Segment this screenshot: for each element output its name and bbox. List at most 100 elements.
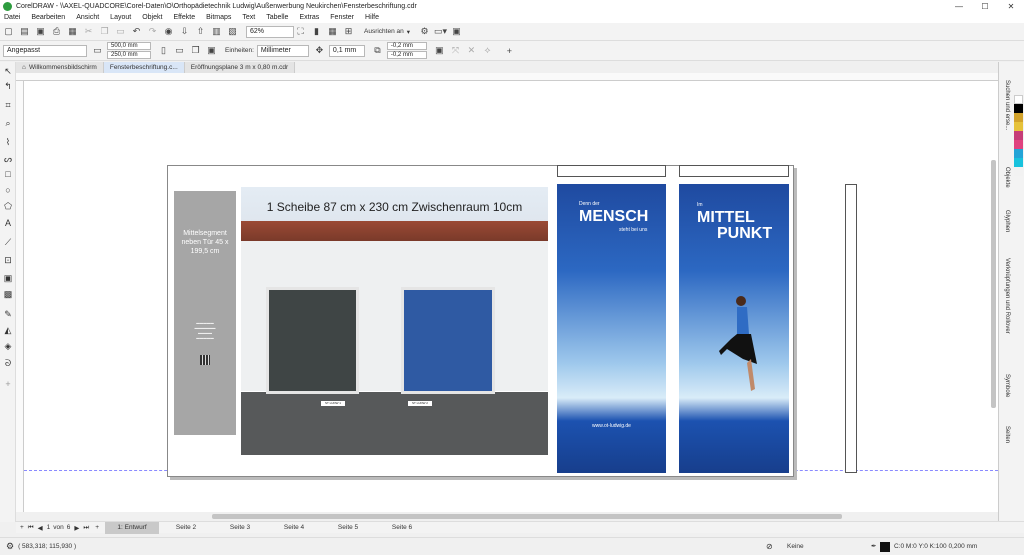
duplicate-y-field[interactable]: -0,2 mm (386, 51, 427, 59)
page-height-field[interactable]: 250,0 mm (107, 51, 151, 59)
menu-tabelle[interactable]: Tabelle (266, 14, 288, 21)
duplicate-x-field[interactable]: -0,2 mm (386, 42, 427, 50)
middle-segment-panel[interactable]: Mittelsegment neben Tür 45 x 199,5 cm ▬▬… (174, 191, 236, 435)
swatch[interactable] (1014, 149, 1023, 158)
settings-gear-icon[interactable]: ⚙ (6, 541, 14, 552)
drop-shadow-tool-icon[interactable]: ▣ (3, 273, 13, 283)
menu-extras[interactable]: Extras (299, 14, 319, 21)
all-pages-icon[interactable]: ❐ (189, 44, 202, 58)
application-launcher-icon[interactable]: ▧ (226, 25, 239, 39)
paste-icon[interactable]: ▭ (114, 25, 127, 39)
dock-tab-pages[interactable]: Seiten (1001, 426, 1010, 443)
maximize-button[interactable]: ☐ (972, 0, 998, 12)
text-tool-icon[interactable]: A (3, 218, 13, 228)
show-grid-icon[interactable]: ▦ (326, 25, 339, 39)
portrait-icon[interactable]: ▯ (157, 44, 170, 58)
redo-icon[interactable]: ↷ (146, 25, 159, 39)
layer-manager-icon[interactable]: ✕ (465, 44, 478, 58)
new-document-icon[interactable]: ▢ (2, 25, 15, 39)
pdf-icon[interactable]: ▥ (210, 25, 223, 39)
dock-tab-glyphs[interactable]: Glyphen (1001, 210, 1010, 232)
page-preset-select[interactable]: Angepasst (3, 44, 87, 57)
swatch[interactable] (1014, 158, 1023, 167)
landscape-icon[interactable]: ▭ (173, 44, 186, 58)
menu-datei[interactable]: Datei (4, 14, 20, 21)
save-icon[interactable]: ▣ (34, 25, 47, 39)
transparency-tool-icon[interactable]: ▩ (3, 289, 13, 299)
swatch[interactable] (1014, 122, 1023, 131)
menu-bitmaps[interactable]: Bitmaps (206, 14, 231, 21)
options-gear-icon[interactable]: ⚙ (418, 25, 431, 39)
units-select[interactable]: Millimeter (256, 44, 309, 57)
polygon-tool-icon[interactable]: ⬠ (3, 201, 13, 211)
banner-mensch[interactable]: Denn der MENSCH steht bei uns www.ot-lud… (557, 184, 666, 473)
cut-icon[interactable]: ✂ (82, 25, 95, 39)
connector-tool-icon[interactable]: ⊡ (3, 255, 13, 265)
dock-tab-objects[interactable]: Objekte (1001, 167, 1010, 188)
add-icon[interactable]: + (503, 44, 516, 58)
pick-tool-icon[interactable]: ↖ (3, 66, 13, 76)
tab-welcome-screen[interactable]: ⌂ Willkommensbildschirm (16, 62, 104, 73)
ellipse-tool-icon[interactable]: ○ (3, 185, 13, 195)
last-page-icon[interactable]: ⏭ (83, 524, 89, 532)
empty-frame-2[interactable] (679, 165, 789, 177)
tab-eroeffnungsplane[interactable]: Eröffnungsplane 3 m x 0,80 m.cdr (184, 62, 296, 73)
show-rulers-icon[interactable]: ▮ (310, 25, 323, 39)
storefront-photo[interactable]: ST LUDW 1 ST LUDW 2 1 Scheibe 87 cm x 23… (241, 187, 548, 455)
page-tab-4[interactable]: Seite 4 (267, 522, 321, 534)
live-sketch-tool-icon[interactable]: ᘐ (3, 358, 13, 368)
prev-page-icon[interactable]: ◀ (38, 524, 43, 532)
outline-color-swatch[interactable] (880, 542, 890, 552)
export-icon[interactable]: ⇧ (194, 25, 207, 39)
horizontal-ruler[interactable] (16, 73, 998, 81)
menu-objekt[interactable]: Objekt (142, 14, 162, 21)
interactive-fill-tool-icon[interactable]: ◭ (3, 325, 13, 335)
first-page-icon[interactable]: ⏮ (28, 524, 34, 532)
menu-ansicht[interactable]: Ansicht (76, 14, 99, 21)
swatch[interactable] (1014, 113, 1023, 122)
page-tab-2[interactable]: Seite 2 (159, 522, 213, 534)
add-page-end-icon[interactable]: + (95, 524, 99, 531)
menu-hilfe[interactable]: Hilfe (365, 14, 379, 21)
show-guidelines-icon[interactable]: ⊞ (342, 25, 355, 39)
publish-icon[interactable]: ▦ (66, 25, 79, 39)
swatch[interactable] (1014, 131, 1023, 140)
swatch[interactable] (1014, 104, 1023, 113)
menu-text[interactable]: Text (242, 14, 255, 21)
page-tab-1[interactable]: 1: Entwurf (105, 521, 160, 534)
vertical-ruler[interactable] (16, 81, 24, 512)
open-icon[interactable]: ▤ (18, 25, 31, 39)
zoom-tool-icon[interactable]: ⌕ (3, 118, 13, 128)
import-icon[interactable]: ⇩ (178, 25, 191, 39)
vertical-scrollbar[interactable] (991, 160, 996, 408)
swatch[interactable] (1014, 140, 1023, 149)
print-icon[interactable]: ⎙ (50, 25, 63, 39)
rectangle-tool-icon[interactable]: □ (3, 169, 13, 179)
copy-icon[interactable]: ❐ (98, 25, 111, 39)
menu-bearbeiten[interactable]: Bearbeiten (31, 14, 65, 21)
nudge-distance-field[interactable]: 0,1 mm (328, 44, 365, 57)
launch-icon[interactable]: ▭▾ (434, 25, 447, 39)
smart-fill-tool-icon[interactable]: ◈ (3, 341, 13, 351)
menu-fenster[interactable]: Fenster (330, 14, 354, 21)
page-width-field[interactable]: 500,0 mm (107, 42, 151, 50)
current-page-icon[interactable]: ▣ (205, 44, 218, 58)
artistic-media-tool-icon[interactable]: ᔕ (3, 154, 13, 164)
empty-frame-3[interactable] (845, 184, 857, 473)
fill-none-icon[interactable]: ⊘ (766, 542, 773, 551)
full-screen-preview-icon[interactable]: ⛶ (294, 25, 307, 39)
edit-across-layers-icon[interactable]: ⤧ (449, 44, 462, 58)
add-tool-icon[interactable]: + (3, 379, 13, 389)
page-tab-3[interactable]: Seite 3 (213, 522, 267, 534)
zoom-level-select[interactable]: 62% (246, 25, 294, 38)
add-page-icon[interactable]: + (20, 524, 24, 531)
empty-frame-1[interactable] (557, 165, 666, 177)
dock-tab-links[interactable]: Verknüpfungen und Rollover (1001, 258, 1010, 334)
horizontal-scrollbar[interactable] (212, 514, 842, 519)
snap-to-dropdown[interactable]: Ausrichten an (364, 28, 404, 35)
dock-tab-symbols[interactable]: Symbole (1001, 374, 1010, 397)
close-button[interactable]: ✕ (998, 0, 1024, 12)
swatch[interactable] (1014, 95, 1023, 104)
freehand-tool-icon[interactable]: ⌇ (3, 137, 13, 147)
menu-effekte[interactable]: Effekte (173, 14, 195, 21)
